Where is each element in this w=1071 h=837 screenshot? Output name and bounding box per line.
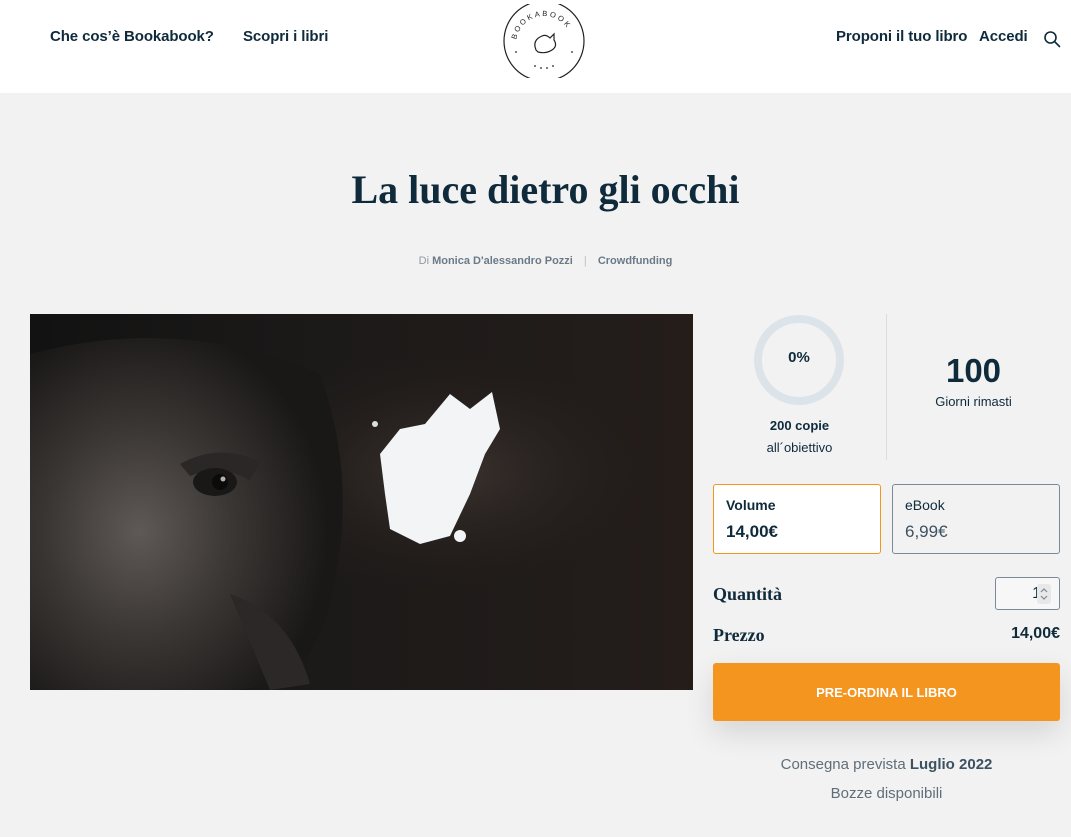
quantity-label: Quantità	[713, 584, 783, 604]
delivery-prefix: Consegna prevista	[780, 756, 906, 773]
quantity-value: 1	[1032, 585, 1041, 602]
days-count: 100	[945, 352, 1002, 389]
delivery-date: Luglio 2022	[909, 756, 993, 773]
days-label: Giorni rimasti	[935, 394, 1012, 409]
search-icon[interactable]	[1043, 30, 1061, 48]
quantity-stepper[interactable]: 1	[995, 577, 1060, 610]
category-link[interactable]: Crowdfunding	[598, 255, 673, 267]
format-ebook-option[interactable]: eBook 6,99€	[892, 484, 1060, 554]
nav-login[interactable]: Accedi	[979, 28, 1028, 45]
format-volume-option[interactable]: Volume 14,00€	[713, 484, 881, 554]
format-name: eBook	[905, 497, 945, 513]
nav-discover-books[interactable]: Scopri i libri	[243, 28, 328, 45]
nav-what-is-bookabook[interactable]: Che cos’è Bookabook?	[50, 28, 214, 45]
byline-prefix: Di	[418, 255, 430, 267]
delivery-estimate: Consegna prevista Luglio 2022	[713, 756, 1060, 773]
book-cover-image	[30, 314, 693, 690]
copies-goal-label: all´obiettivo	[766, 440, 833, 455]
days-remaining: 100 Giorni rimasti	[887, 314, 1060, 460]
book-byline: Di Monica D'alessandro Pozzi | Crowdfund…	[0, 255, 1071, 267]
progress-percent: 0%	[788, 349, 810, 366]
book-title: La luce dietro gli occhi	[351, 167, 740, 212]
byline-separator: |	[583, 255, 587, 267]
format-price: 6,99€	[905, 522, 948, 541]
funding-progress: 0% 200 copie all´obiettivo	[713, 314, 886, 460]
preorder-button[interactable]: PRE-ORDINA IL LIBRO	[713, 663, 1060, 721]
svg-text:BOOKABOOK: BOOKABOOK	[509, 9, 573, 40]
bookabook-logo[interactable]: BOOKABOOK	[502, 4, 586, 78]
format-name: Volume	[726, 497, 776, 513]
nav-propose-book[interactable]: Proponi il tuo libro	[836, 28, 967, 45]
author-link[interactable]: Monica D'alessandro Pozzi	[432, 255, 573, 267]
spinner-arrows-icon[interactable]	[1037, 584, 1051, 604]
price-label: Prezzo	[713, 625, 765, 645]
drafts-available: Bozze disponibili	[830, 785, 943, 802]
price-value: 14,00€	[1011, 625, 1060, 642]
site-header: Che cos’è Bookabook? Scopri i libri BOOK…	[0, 0, 1071, 93]
copies-goal: 200 copie	[769, 418, 830, 433]
format-price: 14,00€	[726, 522, 778, 541]
